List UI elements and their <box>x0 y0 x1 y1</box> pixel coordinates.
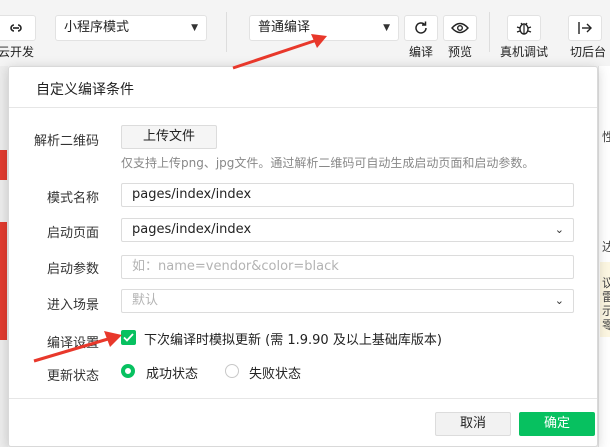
preview-label: 预览 <box>448 45 473 59</box>
eye-icon <box>451 22 469 34</box>
toolbar-divider <box>489 12 490 52</box>
remote-debug-label: 真机调试 <box>500 45 549 59</box>
simulator-red-strip <box>0 150 7 180</box>
qr-hint: 仅支持上传png、jpg文件。通过解析二维码可自动生成启动页面和启动参数。 <box>121 156 535 170</box>
dialog-divider <box>9 107 597 108</box>
mode-name-label: 模式名称 <box>46 191 99 206</box>
scene-label: 进入场景 <box>46 298 99 313</box>
mode-name-input[interactable]: pages/index/index <box>121 183 574 207</box>
upload-file-button[interactable]: 上传文件 <box>121 125 217 149</box>
cloud-dev-button[interactable] <box>0 15 36 41</box>
editor-edge <box>598 66 610 447</box>
caret-down-icon: ▼ <box>191 23 198 33</box>
toolbar: 云开发 小程序模式 ▼ 普通编译 ▼ 编译 预览 真机调试 切后台 <box>0 0 610 66</box>
dialog-title: 自定义编译条件 <box>36 82 134 98</box>
fail-state-text: 失败状态 <box>249 367 302 382</box>
start-params-label: 启动参数 <box>46 262 99 277</box>
dialog-divider <box>9 398 597 399</box>
cancel-button[interactable]: 取消 <box>435 412 511 436</box>
exit-arrow-icon <box>578 22 592 34</box>
simulator-red-strip <box>0 222 7 340</box>
toolbar-divider <box>226 12 227 52</box>
chevron-down-icon: ⌄ <box>554 223 564 236</box>
editor-glyph: 性 <box>602 130 610 144</box>
qr-label: 解析二维码 <box>33 134 99 149</box>
refresh-icon <box>415 21 427 34</box>
success-state-radio[interactable] <box>121 364 135 378</box>
cloud-dev-label: 云开发 <box>0 45 35 59</box>
scene-placeholder: 默认 <box>132 293 159 308</box>
editor-glyph: 达 <box>602 240 610 254</box>
compile-button[interactable] <box>404 15 438 41</box>
start-page-value: pages/index/index <box>132 222 252 237</box>
editor-glyph: 议 <box>602 276 610 290</box>
compile-label: 编译 <box>409 45 434 59</box>
remote-debug-button[interactable] <box>507 15 541 41</box>
background-label: 切后台 <box>570 45 607 59</box>
editor-glyph: 雷 <box>602 290 610 304</box>
simulate-update-checkbox[interactable] <box>121 330 136 345</box>
chevron-down-icon: ⌄ <box>554 294 564 307</box>
custom-compile-dialog: 自定义编译条件 解析二维码 上传文件 仅支持上传png、jpg文件。通过解析二维… <box>8 66 598 447</box>
caret-down-icon: ▼ <box>383 23 390 33</box>
update-state-label: 更新状态 <box>46 369 99 384</box>
scene-select[interactable]: 默认 ⌄ <box>121 289 574 313</box>
checkmark-icon <box>123 333 134 342</box>
preview-button[interactable] <box>443 15 477 41</box>
compile-mode-select[interactable]: 普通编译 ▼ <box>249 15 399 41</box>
compile-settings-label: 编译设置 <box>46 336 99 351</box>
start-page-select[interactable]: pages/index/index ⌄ <box>121 218 574 242</box>
background-button[interactable] <box>568 15 602 41</box>
editor-glyph: 零 <box>602 318 610 332</box>
link-icon <box>10 24 22 32</box>
mode-name-value: pages/index/index <box>132 187 252 202</box>
mode-select-value: 小程序模式 <box>64 20 130 35</box>
compile-mode-value: 普通编译 <box>258 20 311 35</box>
start-page-label: 启动页面 <box>46 226 99 241</box>
success-state-text: 成功状态 <box>146 367 199 382</box>
simulate-update-text: 下次编译时模拟更新 (需 1.9.90 及以上基础库版本) <box>144 333 442 348</box>
confirm-button[interactable]: 确定 <box>519 412 595 436</box>
editor-glyph: 示 <box>602 304 610 318</box>
bug-icon <box>516 22 532 35</box>
start-params-input[interactable]: 如：name=vendor&color=black <box>121 255 574 279</box>
fail-state-radio[interactable] <box>225 364 239 378</box>
mode-select[interactable]: 小程序模式 ▼ <box>55 15 207 41</box>
start-params-placeholder: 如：name=vendor&color=black <box>132 259 339 274</box>
